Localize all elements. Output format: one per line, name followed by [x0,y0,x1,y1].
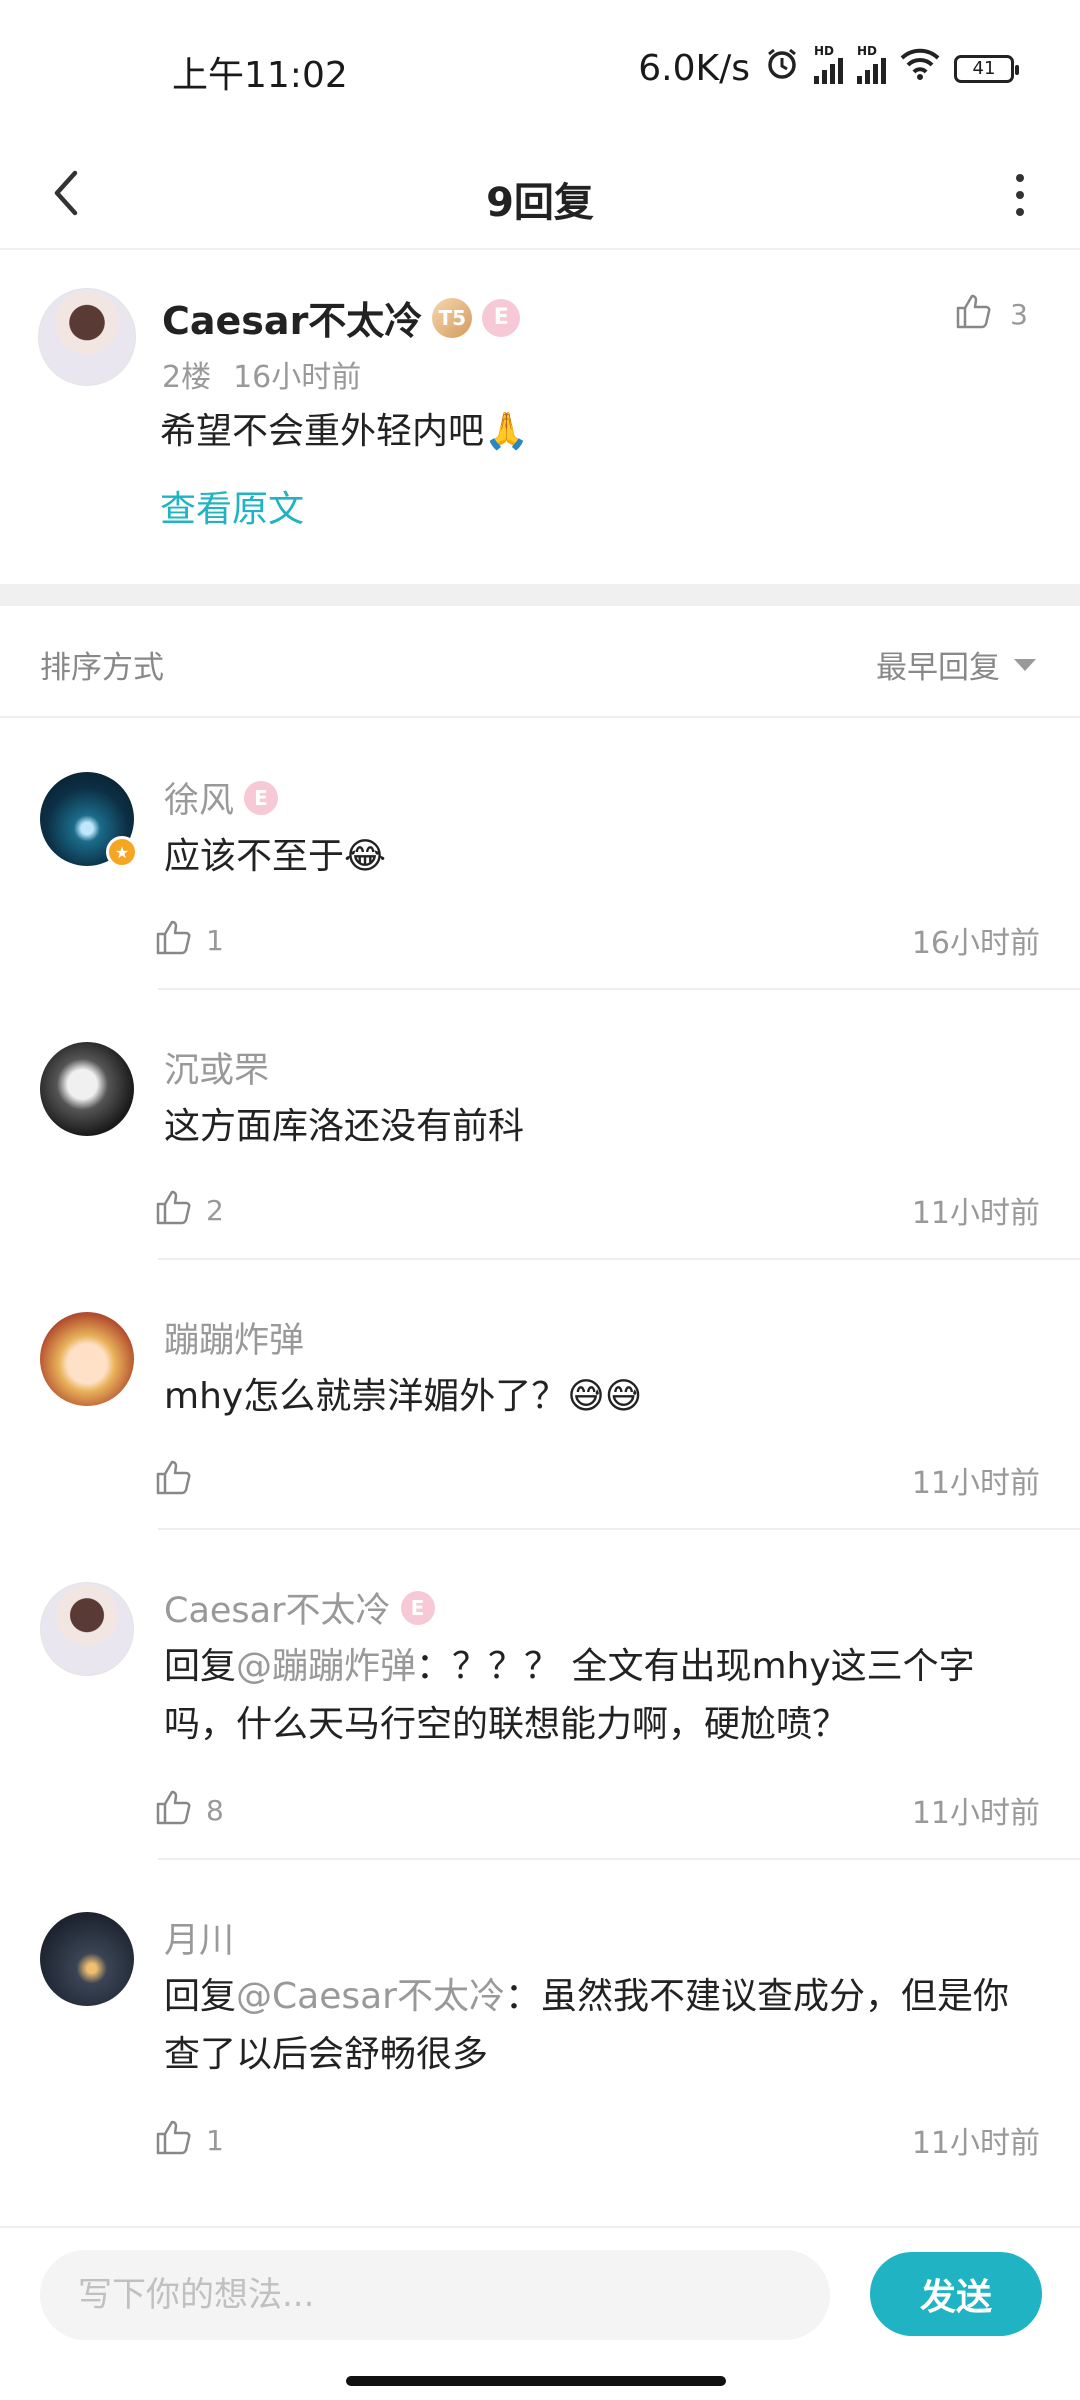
avatar[interactable] [38,288,136,386]
reply-time: 16小时前 [911,926,1040,961]
like-button[interactable] [154,1458,206,1503]
e-badge-icon: E [244,780,279,815]
e-badge-icon: E [482,298,521,337]
reply-time: 11小时前 [911,1196,1040,1231]
e-badge-icon: E [400,1590,435,1625]
thumbs-up-icon [154,1788,192,1833]
reply-text: 这方面库洛还没有前科 [164,1106,525,1147]
status-time: 上午11:02 [172,55,348,96]
sort-value: 最早回复 [876,650,1000,686]
reply-item: 蹦蹦炸弹 mhy怎么就崇洋媚外了？😅😅 11小时前 [0,1260,1080,1530]
more-vertical-icon [1016,174,1024,182]
like-count: 3 [1010,298,1028,331]
like-count: 1 [206,2124,224,2157]
reply-text: 回复@Caesar不太冷：虽然我不建议查成分，但是你查了以后会舒畅很多 [164,1976,1009,2075]
home-indicator[interactable] [346,2376,726,2386]
signal-icon-2: HD [857,44,886,84]
avatar[interactable] [40,1582,134,1676]
comment-author[interactable]: Caesar不太冷 T5 E [162,290,521,345]
sort-label: 排序方式 [40,650,164,686]
comment-meta: 2楼 16小时前 [162,352,361,396]
reply-text: 应该不至于😂 [164,836,387,877]
like-button[interactable]: 8 [154,1788,224,1833]
reply-footer: 2 11小时前 [154,1188,1040,1231]
thumbs-up-icon [154,918,192,963]
reply-text: mhy怎么就崇洋媚外了？😅😅 [164,1376,643,1417]
like-button[interactable]: 1 [154,2118,224,2163]
like-button[interactable]: 3 [954,292,1028,337]
comment-time: 16小时前 [233,360,362,395]
reply-author[interactable]: 沉或罘 [164,1042,269,1093]
reply-item: Caesar不太冷 E 回复@蹦蹦炸弹：？？？ 全文有出现mhy这三个字吗，什么… [0,1530,1080,1860]
reply-footer: 1 11小时前 [154,2118,1040,2161]
verified-badge-icon: ★ [106,836,138,868]
mention-link[interactable]: @Caesar不太冷 [236,1976,505,2017]
avatar[interactable] [40,1042,134,1136]
thumbs-up-icon [154,1188,192,1233]
level-badge: T5 [432,297,473,338]
reply-footer: 8 11小时前 [154,1788,1040,1831]
sort-dropdown[interactable]: 最早回复 [876,642,1036,687]
avatar[interactable] [40,1312,134,1406]
status-indicators: 6.0K/s HD HD 41 [638,44,1019,91]
section-separator [0,584,1080,606]
reply-footer: 1 16小时前 [154,918,1040,961]
reply-text: 回复@蹦蹦炸弹：？？？ 全文有出现mhy这三个字吗，什么天马行空的联想能力啊，硬… [164,1646,975,1745]
reply-item: ★ 徐风 E 应该不至于😂 1 16小时前 [0,720,1080,990]
like-count: 8 [206,1794,224,1827]
reply-author[interactable]: Caesar不太冷 E [164,1582,435,1633]
avatar[interactable]: ★ [40,772,138,868]
reply-item: 月川 回复@Caesar不太冷：虽然我不建议查成分，但是你查了以后会舒畅很多 1… [0,1860,1080,2190]
more-options-button[interactable] [1000,165,1040,225]
like-button[interactable]: 1 [154,918,224,963]
thumbs-up-icon [154,1458,192,1503]
comment-composer: 写下你的想法... 发送 [0,2226,1080,2400]
reply-author[interactable]: 徐风 E [164,772,279,823]
status-bar: 上午11:02 6.0K/s HD HD 41 [0,0,1080,140]
mention-link[interactable]: @蹦蹦炸弹 [236,1646,416,1687]
reply-author[interactable]: 月川 [164,1912,234,1963]
comment-text: 希望不会重外轻内吧🙏 [160,411,529,452]
reply-footer: 11小时前 [154,1458,1040,1501]
alarm-icon [764,46,800,91]
main-comment: Caesar不太冷 T5 E 2楼 16小时前 希望不会重外轻内吧🙏 查看原文 … [0,252,1080,582]
battery-icon: 41 [954,54,1019,83]
comment-input[interactable]: 写下你的想法... [40,2250,830,2340]
top-bar: 9回复 [0,140,1080,250]
caret-down-icon [1014,658,1036,671]
floor-number: 2楼 [162,360,212,395]
reply-time: 11小时前 [911,1466,1040,1501]
view-original-link[interactable]: 查看原文 [160,480,304,532]
sort-bar: 排序方式 最早回复 [0,606,1080,718]
reply-item: 沉或罘 这方面库洛还没有前科 2 11小时前 [0,990,1080,1260]
like-count: 2 [206,1194,224,1227]
like-button[interactable]: 2 [154,1188,224,1233]
send-button[interactable]: 发送 [870,2252,1042,2336]
reply-time: 11小时前 [911,1796,1040,1831]
like-count: 1 [206,924,224,957]
network-speed: 6.0K/s [638,48,750,89]
page-title: 9回复 [486,180,594,226]
avatar[interactable] [40,1912,134,2006]
reply-author[interactable]: 蹦蹦炸弹 [164,1312,304,1363]
thumbs-up-icon [154,2118,192,2163]
author-name: Caesar不太冷 [162,299,423,343]
thumbs-up-icon [954,292,992,337]
signal-icon: HD [814,44,843,84]
reply-time: 11小时前 [911,2126,1040,2161]
wifi-icon [900,48,940,89]
